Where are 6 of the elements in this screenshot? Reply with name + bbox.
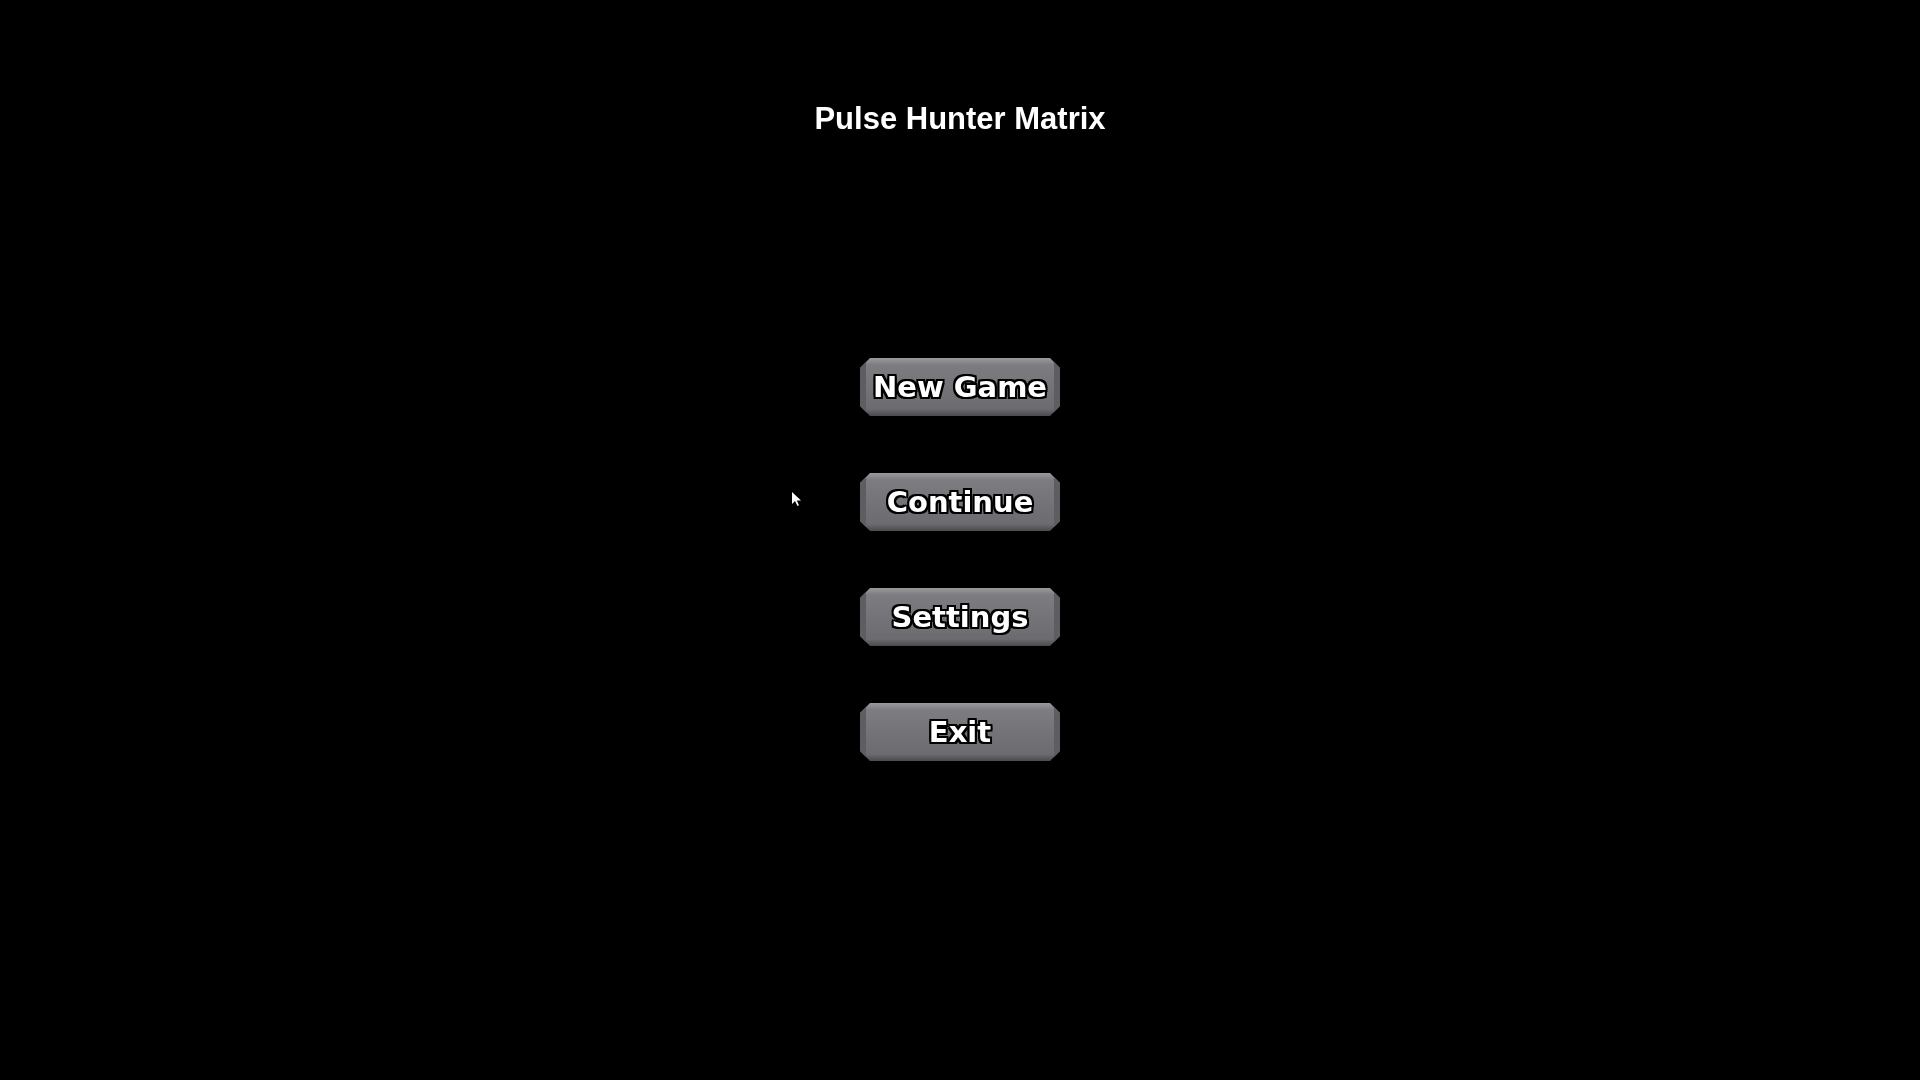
menu-button[interactable]: Continue [860,473,1060,531]
pointer-icon [792,492,802,507]
menu-button[interactable]: Settings [860,588,1060,646]
menu-button[interactable]: Exit [860,703,1060,761]
game-title: Pulse Hunter Matrix [814,100,1106,138]
menu-button[interactable]: New Game [860,358,1060,416]
